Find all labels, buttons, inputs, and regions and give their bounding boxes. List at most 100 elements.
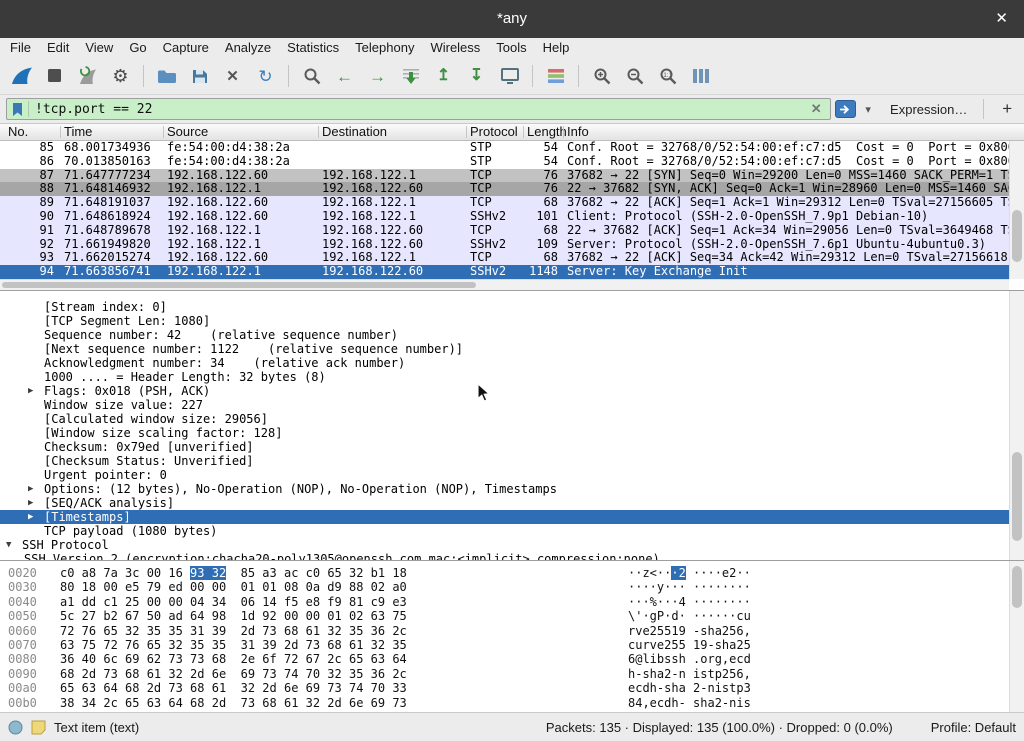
filter-apply-button[interactable] [835, 100, 857, 118]
auto-scroll-button[interactable] [494, 62, 525, 90]
resize-columns-button[interactable] [685, 62, 716, 90]
previous-packet-button[interactable]: ← [329, 62, 360, 90]
packet-row-85[interactable]: 8568.001734936fe:54:00:d4:38:2aSTP54Conf… [0, 141, 1009, 155]
start-capture-button[interactable] [6, 62, 37, 90]
colorize-button[interactable] [540, 62, 571, 90]
detail-row[interactable]: SSH Version 2 (encryption:chacha20-poly1… [0, 552, 1009, 560]
detail-row[interactable]: [Next sequence number: 1122 (relative se… [0, 342, 1009, 356]
menu-item-wireless[interactable]: Wireless [422, 38, 488, 58]
expander-closed-icon[interactable]: ▶ [28, 510, 33, 524]
filter-add-button[interactable]: + [996, 99, 1018, 119]
zoom-out-button[interactable] [619, 62, 650, 90]
expander-closed-icon[interactable]: ▶ [28, 496, 33, 510]
find-packet-button[interactable] [296, 62, 327, 90]
menu-item-telephony[interactable]: Telephony [347, 38, 422, 58]
zoom-100-button[interactable]: 1:1 [652, 62, 683, 90]
hex-row[interactable]: 003080 18 00 e5 79 ed 00 00 01 01 08 0a … [0, 580, 1009, 594]
detail-row[interactable]: [Checksum Status: Unverified] [0, 454, 1009, 468]
expert-info-icon[interactable] [8, 720, 23, 735]
hex-row[interactable]: 008036 40 6c 69 62 73 73 68 2e 6f 72 67 … [0, 652, 1009, 666]
detail-row[interactable]: ▶[Timestamps] [0, 510, 1009, 524]
bytes-vertical-scrollbar[interactable] [1009, 561, 1024, 712]
hex-row[interactable]: 00505c 27 b2 67 50 ad 64 98 1d 92 00 00 … [0, 609, 1009, 623]
packet-row-87[interactable]: 8771.647777234192.168.122.60192.168.122.… [0, 169, 1009, 183]
packet-list-vertical-scrollbar[interactable] [1009, 141, 1024, 279]
column-header-source[interactable]: Source [167, 124, 208, 140]
bookmark-icon[interactable] [12, 101, 29, 117]
detail-row[interactable]: Window size value: 227 [0, 398, 1009, 412]
scrollbar-thumb[interactable] [1012, 210, 1022, 262]
column-separator[interactable] [563, 126, 564, 138]
column-separator[interactable] [163, 126, 164, 138]
hex-row[interactable]: 0020c0 a8 7a 3c 00 16 93 32 85 a3 ac c0 … [0, 566, 1009, 580]
hex-row[interactable]: 00b038 34 2c 65 63 64 68 2d 73 68 61 32 … [0, 696, 1009, 710]
scrollbar-thumb[interactable] [1012, 566, 1022, 608]
status-profile[interactable]: Profile: Default [931, 720, 1016, 735]
last-packet-button[interactable]: ↧ [461, 62, 492, 90]
column-separator[interactable] [523, 126, 524, 138]
menu-item-edit[interactable]: Edit [39, 38, 77, 58]
filter-clear-icon[interactable]: ✕ [808, 101, 825, 117]
expander-closed-icon[interactable]: ▶ [28, 384, 33, 398]
packet-row-88[interactable]: 8871.648146932192.168.122.1192.168.122.6… [0, 182, 1009, 196]
column-separator[interactable] [318, 126, 319, 138]
menu-item-tools[interactable]: Tools [488, 38, 534, 58]
detail-row[interactable]: ▶Flags: 0x018 (PSH, ACK) [0, 384, 1009, 398]
expander-open-icon[interactable]: ▼ [6, 538, 11, 552]
menu-item-capture[interactable]: Capture [155, 38, 217, 58]
open-file-button[interactable] [151, 62, 182, 90]
detail-row[interactable]: Acknowledgment number: 34 (relative ack … [0, 356, 1009, 370]
packet-row-90[interactable]: 9071.648618924192.168.122.60192.168.122.… [0, 210, 1009, 224]
stop-capture-button[interactable] [39, 62, 70, 90]
zoom-in-button[interactable] [586, 62, 617, 90]
filter-input[interactable]: !tcp.port == 22 ✕ [6, 98, 831, 120]
expression-button[interactable]: Expression… [890, 102, 967, 117]
column-header-destination[interactable]: Destination [322, 124, 387, 140]
detail-row[interactable]: [Window size scaling factor: 128] [0, 426, 1009, 440]
window-close-button[interactable]: ✕ [989, 0, 1014, 38]
details-vertical-scrollbar[interactable] [1009, 291, 1024, 560]
packet-row-93[interactable]: 9371.662015274192.168.122.60192.168.122.… [0, 251, 1009, 265]
packet-row-94[interactable]: 9471.663856741192.168.122.1192.168.122.6… [0, 265, 1009, 279]
column-header-length[interactable]: Length [527, 124, 567, 140]
packet-row-91[interactable]: 9171.648789678192.168.122.1192.168.122.6… [0, 224, 1009, 238]
detail-row[interactable]: Checksum: 0x79ed [unverified] [0, 440, 1009, 454]
go-to-packet-button[interactable] [395, 62, 426, 90]
scrollbar-thumb[interactable] [1012, 452, 1022, 541]
column-separator[interactable] [60, 126, 61, 138]
detail-row[interactable]: [Calculated window size: 29056] [0, 412, 1009, 426]
detail-row[interactable]: Sequence number: 42 (relative sequence n… [0, 328, 1009, 342]
save-file-button[interactable] [184, 62, 215, 90]
hex-row[interactable]: 006072 76 65 32 35 35 31 39 2d 73 68 61 … [0, 624, 1009, 638]
column-header-time[interactable]: Time [64, 124, 92, 140]
column-header-info[interactable]: Info [567, 124, 589, 140]
hex-row[interactable]: 00a065 63 64 68 2d 73 68 61 32 2d 6e 69 … [0, 681, 1009, 695]
next-packet-button[interactable]: → [362, 62, 393, 90]
hex-row[interactable]: 009068 2d 73 68 61 32 2d 6e 69 73 74 70 … [0, 667, 1009, 681]
capture-options-button[interactable]: ⚙ [105, 62, 136, 90]
menu-item-statistics[interactable]: Statistics [279, 38, 347, 58]
close-file-button[interactable]: ✕ [217, 62, 248, 90]
menu-item-go[interactable]: Go [121, 38, 154, 58]
column-separator[interactable] [466, 126, 467, 138]
menu-item-view[interactable]: View [77, 38, 121, 58]
detail-row[interactable]: TCP payload (1080 bytes) [0, 524, 1009, 538]
first-packet-button[interactable]: ↥ [428, 62, 459, 90]
capture-comment-icon[interactable] [31, 720, 46, 735]
detail-row[interactable]: 1000 .... = Header Length: 32 bytes (8) [0, 370, 1009, 384]
restart-capture-button[interactable] [72, 62, 103, 90]
detail-row[interactable]: [Stream index: 0] [0, 300, 1009, 314]
packet-row-92[interactable]: 9271.661949820192.168.122.1192.168.122.6… [0, 238, 1009, 252]
menu-item-help[interactable]: Help [535, 38, 578, 58]
reload-button[interactable]: ↻ [250, 62, 281, 90]
menu-item-file[interactable]: File [2, 38, 39, 58]
hex-row[interactable]: 007063 75 72 76 65 32 35 35 31 39 2d 73 … [0, 638, 1009, 652]
detail-row[interactable]: ▼SSH Protocol [0, 538, 1009, 552]
menu-item-analyze[interactable]: Analyze [217, 38, 279, 58]
detail-row[interactable]: [TCP Segment Len: 1080] [0, 314, 1009, 328]
filter-dropdown-caret[interactable]: ▾ [860, 103, 876, 116]
scrollbar-thumb[interactable] [2, 282, 476, 288]
expander-closed-icon[interactable]: ▶ [28, 482, 33, 496]
packet-list-horizontal-scrollbar[interactable] [0, 279, 1009, 290]
detail-row[interactable]: ▶Options: (12 bytes), No-Operation (NOP)… [0, 482, 1009, 496]
